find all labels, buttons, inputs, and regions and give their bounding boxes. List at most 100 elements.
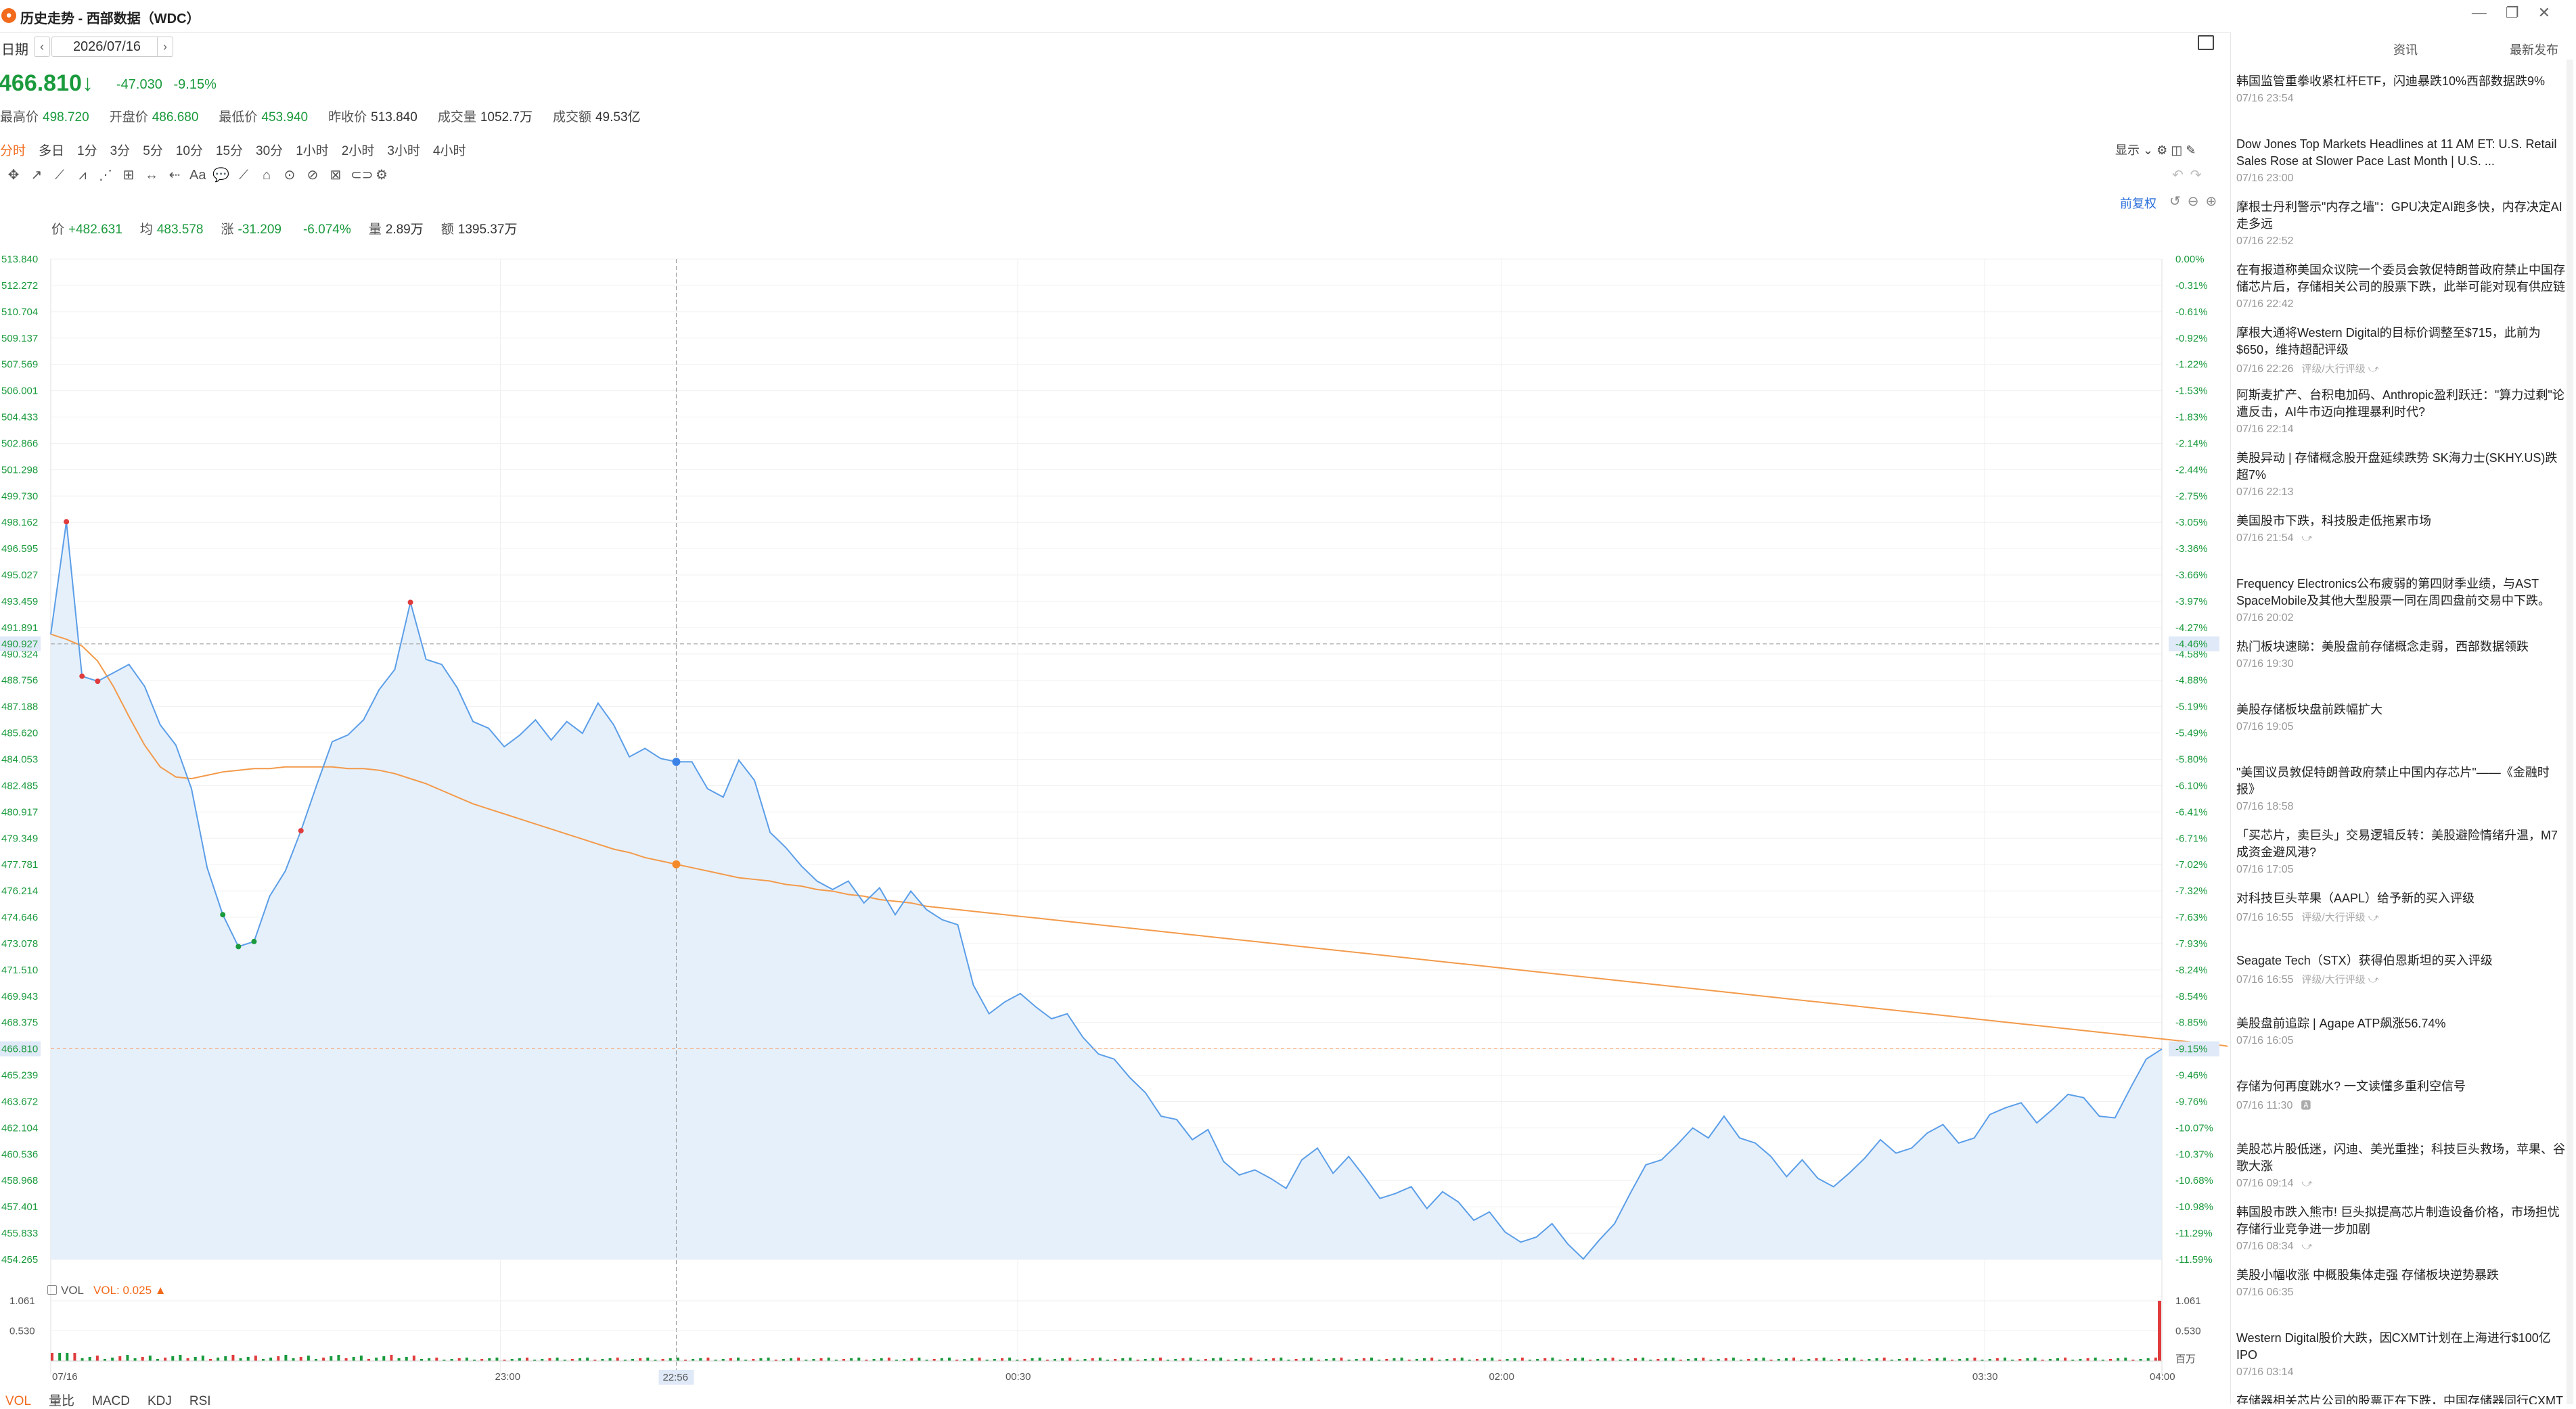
period-tab[interactable]: 2小时 [342,144,375,158]
reset-icon[interactable]: ↺ [2169,194,2188,209]
period-tab[interactable]: 4小时 [433,144,466,158]
news-item[interactable]: 对科技巨头苹果（AAPL）给予新的买入评级 07/16 16:55 评级/大行评级 … [2236,890,2565,953]
news-item[interactable]: 美股存储板块盘前跌幅扩大 07/16 19:05 [2236,701,2565,764]
period-tab[interactable]: 1分 [77,144,97,158]
trade-marker[interactable] [64,519,70,525]
news-title[interactable]: Dow Jones Top Markets Headlines at 11 AM… [2236,136,2565,170]
draw-tool-icon[interactable]: 💬 [212,166,229,183]
zoom-in-icon[interactable]: ⊕ [2206,194,2224,209]
period-tab[interactable]: 3分 [110,144,131,158]
draw-tool-icon[interactable]: ⊂⊃ [351,166,374,183]
period-tab[interactable]: 15分 [216,144,243,158]
news-item[interactable]: 韩国监管重拳收紧杠杆ETF，闪迪暴跌10%西部数据跌9% 07/16 23:54 [2236,73,2565,136]
prev-day-button[interactable]: ‹ [34,37,50,57]
news-item[interactable]: 「买芯片，卖巨头」交易逻辑反转：美股避险情绪升温，M7成资金避风港? 07/16 … [2236,827,2565,890]
sidebar-toggle-icon[interactable] [2198,35,2214,50]
draw-tool-icon[interactable]: ⊞ [120,166,137,183]
draw-tool-icon[interactable]: ⟋ [51,168,68,183]
news-title[interactable]: Frequency Electronics公布疲弱的第四财季业绩，与AST Sp… [2236,576,2565,609]
trade-marker[interactable] [79,673,85,679]
settings-icon[interactable]: ⚙ [2156,143,2167,157]
period-tab[interactable]: 多日 [39,144,64,158]
indicator-tab[interactable]: RSI [189,1394,211,1408]
display-label[interactable]: 显示 ⌄ [2115,143,2153,157]
news-title[interactable]: 「买芯片，卖巨头」交易逻辑反转：美股避险情绪升温，M7成资金避风港? [2236,827,2565,861]
news-item[interactable]: 存储为何再度跳水? 一文读懂多重利空信号 07/16 11:30 🅰 [2236,1078,2565,1141]
draw-tool-icon[interactable]: ↗ [28,166,45,183]
news-item[interactable]: Seagate Tech（STX）获得伯恩斯坦的买入评级 07/16 16:55 评… [2236,952,2565,1015]
news-item[interactable]: 热门板块速睇：美股盘前存储概念走弱，西部数据领跌 07/16 19:30 [2236,639,2565,701]
news-title[interactable]: 摩根士丹利警示"内存之墙"：GPU决定AI跑多快，内存决定AI走多远 [2236,199,2565,233]
news-title[interactable]: 美股异动 | 存储概念股开盘延续跌势 SK海力士(SKHY.US)跌超7% [2236,450,2565,484]
news-title[interactable]: 对科技巨头苹果（AAPL）给予新的买入评级 [2236,890,2565,907]
indicator-tab[interactable]: KDJ [148,1394,172,1408]
tab-latest[interactable]: 最新发布 [2510,41,2558,58]
restore-icon[interactable]: ❐ [2506,4,2538,21]
news-title[interactable]: 阿斯麦扩产、台积电加码、Anthropic盈利跃迁："算力过剩"论遭反击，AI牛… [2236,387,2565,421]
news-title[interactable]: 在有报道称美国众议院一个委员会敦促特朗普政府禁止中国存储芯片后，存储相关公司的股… [2236,262,2565,296]
period-tab[interactable]: 3小时 [387,144,420,158]
news-item[interactable]: Dow Jones Top Markets Headlines at 11 AM… [2236,136,2565,199]
next-day-button[interactable]: › [157,37,173,57]
news-title[interactable]: 美股小幅收涨 中概股集体走强 存储板块逆势暴跌 [2236,1267,2565,1284]
close-icon[interactable]: ✕ [2538,4,2569,21]
news-item[interactable]: 美股盘前追踪 | Agape ATP飙涨56.74% 07/16 16:05 [2236,1015,2565,1078]
news-title[interactable]: 存储器相关芯片公司的股票正在下跌，中国存储器同行CXMT [2236,1393,2565,1404]
draw-tool-icon[interactable]: ⇠ [166,166,183,183]
draw-tool-icon[interactable]: ✥ [5,166,22,183]
news-title[interactable]: 美股芯片股低迷，闪迪、美光重挫；科技巨头救场，苹果、谷歌大涨 [2236,1141,2565,1175]
camera-icon[interactable]: ◫ [2171,143,2182,157]
period-tab[interactable]: 10分 [176,144,203,158]
draw-tool-icon[interactable]: ⊘ [304,166,321,183]
minimize-icon[interactable]: — [2472,4,2506,21]
period-tab[interactable]: 5分 [143,144,163,158]
draw-tool-icon[interactable]: Aa [189,168,206,183]
period-tab[interactable]: 30分 [256,144,283,158]
display-dropdown[interactable]: 显示 ⌄ ⚙ ◫ ✎ [2115,141,2196,158]
news-item[interactable]: 摩根士丹利警示"内存之墙"：GPU决定AI跑多快，内存决定AI走多远 07/16 … [2236,199,2565,262]
trade-marker[interactable] [235,944,242,950]
redo-icon[interactable]: ↷ [2190,168,2209,183]
news-title[interactable]: 摩根大通将Western Digital的目标价调整至$715，此前为$650，… [2236,325,2565,359]
indicator-tab[interactable]: MACD [92,1394,130,1408]
indicator-tab[interactable]: VOL [5,1394,31,1408]
news-item[interactable]: 摩根大通将Western Digital的目标价调整至$715，此前为$650，… [2236,325,2565,388]
news-item[interactable]: 美股小幅收涨 中概股集体走强 存储板块逆势暴跌 07/16 06:35 [2236,1267,2565,1330]
news-item[interactable]: "美国议员敦促特朗普政府禁止中国内存芯片"——《金融时报》 07/16 18:58 [2236,764,2565,827]
checkbox-icon[interactable] [47,1285,57,1295]
news-item[interactable]: 在有报道称美国众议院一个委员会敦促特朗普政府禁止中国存储芯片后，存储相关公司的股… [2236,262,2565,325]
news-scrollbar[interactable] [2567,60,2573,1404]
news-title[interactable]: 美股盘前追踪 | Agape ATP飙涨56.74% [2236,1015,2565,1032]
news-title[interactable]: 韩国股市跌入熊市! 巨头拟提高芯片制造设备价格，市场担忧存储行业竞争进一步加剧 [2236,1204,2565,1238]
intraday-chart[interactable]: 513.840 0.00% 512.272 -0.31% 510.704 -0.61% 50… [0,237,2228,1387]
news-title[interactable]: "美国议员敦促特朗普政府禁止中国内存芯片"——《金融时报》 [2236,764,2565,798]
adjust-toggle[interactable]: 前复权 [2120,194,2156,212]
draw-tool-icon[interactable]: ⊠ [327,166,344,183]
date-input[interactable]: 2026/07/16 [51,37,162,57]
trade-marker[interactable] [220,912,226,918]
period-tab[interactable]: 分时 [0,144,26,158]
news-item[interactable]: 韩国股市跌入熊市! 巨头拟提高芯片制造设备价格，市场担忧存储行业竞争进一步加剧 0… [2236,1204,2565,1267]
draw-tool-icon[interactable]: ⚙ [374,166,390,183]
draw-tool-icon[interactable]: ⟋ [235,168,252,183]
news-item[interactable]: 美国股市下跌，科技股走低拖累市场 07/16 21:54 ⤻ [2236,513,2565,576]
news-title[interactable]: 美股存储板块盘前跌幅扩大 [2236,701,2565,718]
undo-icon[interactable]: ↶ [2172,168,2190,183]
period-tab[interactable]: 1小时 [296,144,329,158]
news-item[interactable]: 美股芯片股低迷，闪迪、美光重挫；科技巨头救场，苹果、谷歌大涨 07/16 09:1… [2236,1141,2565,1204]
indicator-tab[interactable]: 量比 [49,1394,74,1408]
edit-icon[interactable]: ✎ [2186,143,2196,157]
news-title[interactable]: Western Digital股价大跌，因CXMT计划在上海进行$100亿IPO [2236,1330,2565,1364]
draw-tool-icon[interactable]: ↔ [143,168,160,183]
news-item[interactable]: 美股异动 | 存储概念股开盘延续跌势 SK海力士(SKHY.US)跌超7% 07/… [2236,450,2565,513]
draw-tool-icon[interactable]: ⩘ [74,168,91,183]
draw-tool-icon[interactable]: ⋰ [97,166,114,183]
news-item[interactable]: 存储器相关芯片公司的股票正在下跌，中国存储器同行CXMT [2236,1393,2565,1404]
trade-marker[interactable] [407,599,413,605]
news-title[interactable]: 热门板块速睇：美股盘前存储概念走弱，西部数据领跌 [2236,639,2565,655]
trade-marker[interactable] [251,938,257,944]
news-item[interactable]: Frequency Electronics公布疲弱的第四财季业绩，与AST Sp… [2236,576,2565,639]
news-item[interactable]: Western Digital股价大跌，因CXMT计划在上海进行$100亿IPO… [2236,1330,2565,1393]
news-title[interactable]: 存储为何再度跳水? 一文读懂多重利空信号 [2236,1078,2565,1095]
tab-news[interactable]: 资讯 [2393,41,2418,58]
